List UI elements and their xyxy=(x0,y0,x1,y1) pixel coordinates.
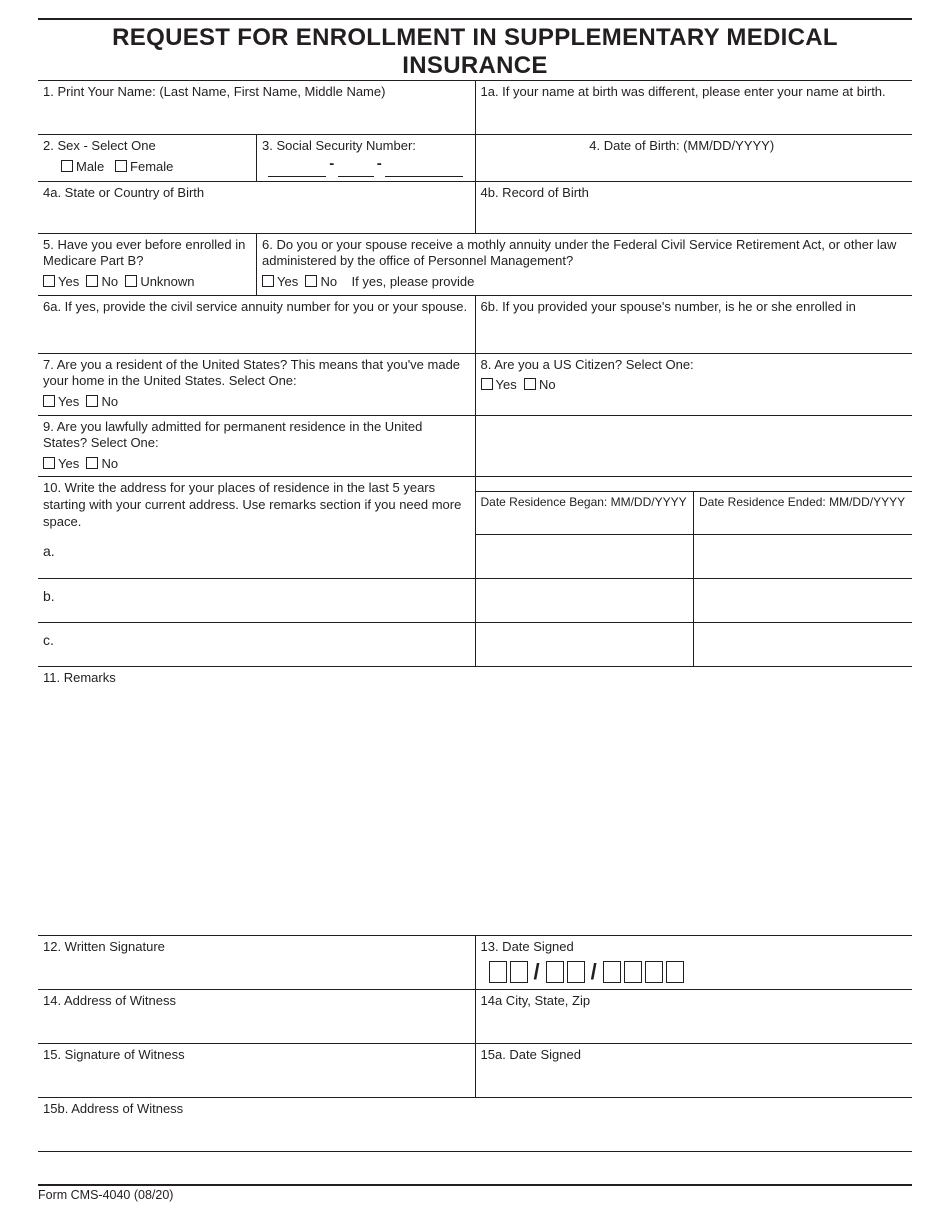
checkbox-male[interactable] xyxy=(61,160,73,172)
q8-yes: Yes xyxy=(496,377,517,392)
q11-label: 11. Remarks xyxy=(43,670,907,687)
remarks-area[interactable] xyxy=(43,686,907,931)
q9-no: No xyxy=(101,456,118,471)
q5-unknown: Unknown xyxy=(140,274,194,289)
q7-yes: Yes xyxy=(58,394,79,409)
q10-b-began[interactable] xyxy=(475,578,694,622)
q10-began-label: Date Residence Began: MM/DD/YYYY xyxy=(481,495,687,509)
checkbox-q6-no[interactable] xyxy=(305,275,317,287)
checkbox-q6-yes[interactable] xyxy=(262,275,274,287)
ssn-input-area[interactable]: -- xyxy=(262,158,470,177)
q9-yes: Yes xyxy=(58,456,79,471)
q1-label: 1. Print Your Name: (Last Name, First Na… xyxy=(43,84,470,101)
q6-no: No xyxy=(320,274,337,289)
q15a-label: 15a. Date Signed xyxy=(481,1047,908,1064)
q10-a: a. xyxy=(43,537,470,561)
checkbox-q8-no[interactable] xyxy=(524,378,536,390)
form-table: 1. Print Your Name: (Last Name, First Na… xyxy=(38,80,912,1152)
opt-male: Male xyxy=(76,159,104,174)
checkbox-q5-yes[interactable] xyxy=(43,275,55,287)
q6b-label: 6b. If you provided your spouse's number… xyxy=(481,299,908,316)
q9-label: 9. Are you lawfully admitted for permane… xyxy=(43,419,470,452)
checkbox-q5-unknown[interactable] xyxy=(125,275,137,287)
q10-label: 10. Write the address for your places of… xyxy=(43,480,470,530)
checkbox-q8-yes[interactable] xyxy=(481,378,493,390)
q10-a-began[interactable] xyxy=(475,534,694,578)
checkbox-q9-yes[interactable] xyxy=(43,457,55,469)
q6-yes: Yes xyxy=(277,274,298,289)
q15b-label: 15b. Address of Witness xyxy=(43,1101,907,1118)
q4a-label: 4a. State or Country of Birth xyxy=(43,185,470,202)
q4b-label: 4b. Record of Birth xyxy=(481,185,908,202)
opt-female: Female xyxy=(130,159,173,174)
q6-label: 6. Do you or your spouse receive a mothl… xyxy=(262,237,907,270)
checkbox-q7-no[interactable] xyxy=(86,395,98,407)
q10-b-ended[interactable] xyxy=(694,578,913,622)
q5-label: 5. Have you ever before enrolled in Medi… xyxy=(43,237,251,270)
q10-c-ended[interactable] xyxy=(694,622,913,666)
q8-label: 8. Are you a US Citizen? Select One: xyxy=(481,357,908,374)
checkbox-q7-yes[interactable] xyxy=(43,395,55,407)
q1a-label: 1a. If your name at birth was different,… xyxy=(481,84,908,101)
q10-b: b. xyxy=(43,582,470,606)
q6-suffix: If yes, please provide xyxy=(352,274,475,289)
checkbox-female[interactable] xyxy=(115,160,127,172)
checkbox-q5-no[interactable] xyxy=(86,275,98,287)
q8-no: No xyxy=(539,377,556,392)
q4-label: 4. Date of Birth: (MM/DD/YYYY) xyxy=(589,138,907,155)
q10-c: c. xyxy=(43,626,470,650)
q2-label: 2. Sex - Select One xyxy=(43,138,251,155)
q10-ended-label: Date Residence Ended: MM/DD/YYYY xyxy=(699,495,905,509)
q14a-label: 14a City, State, Zip xyxy=(481,993,908,1010)
q7-no: No xyxy=(101,394,118,409)
form-title: REQUEST FOR ENROLLMENT IN SUPPLEMENTARY … xyxy=(38,18,912,80)
q13-label: 13. Date Signed xyxy=(481,939,908,956)
q10-c-began[interactable] xyxy=(475,622,694,666)
checkbox-q9-no[interactable] xyxy=(86,457,98,469)
q15-label: 15. Signature of Witness xyxy=(43,1047,470,1064)
q7-label: 7. Are you a resident of the United Stat… xyxy=(43,357,470,390)
q5-yes: Yes xyxy=(58,274,79,289)
q5-no: No xyxy=(101,274,118,289)
q10-a-ended[interactable] xyxy=(694,534,913,578)
q6a-label: 6a. If yes, provide the civil service an… xyxy=(43,299,470,316)
form-footer: Form CMS-4040 (08/20) xyxy=(38,1184,912,1202)
q12-label: 12. Written Signature xyxy=(43,939,470,956)
date-signed-input[interactable]: // xyxy=(481,960,908,983)
q14-label: 14. Address of Witness xyxy=(43,993,470,1010)
q3-label: 3. Social Security Number: xyxy=(262,138,470,155)
